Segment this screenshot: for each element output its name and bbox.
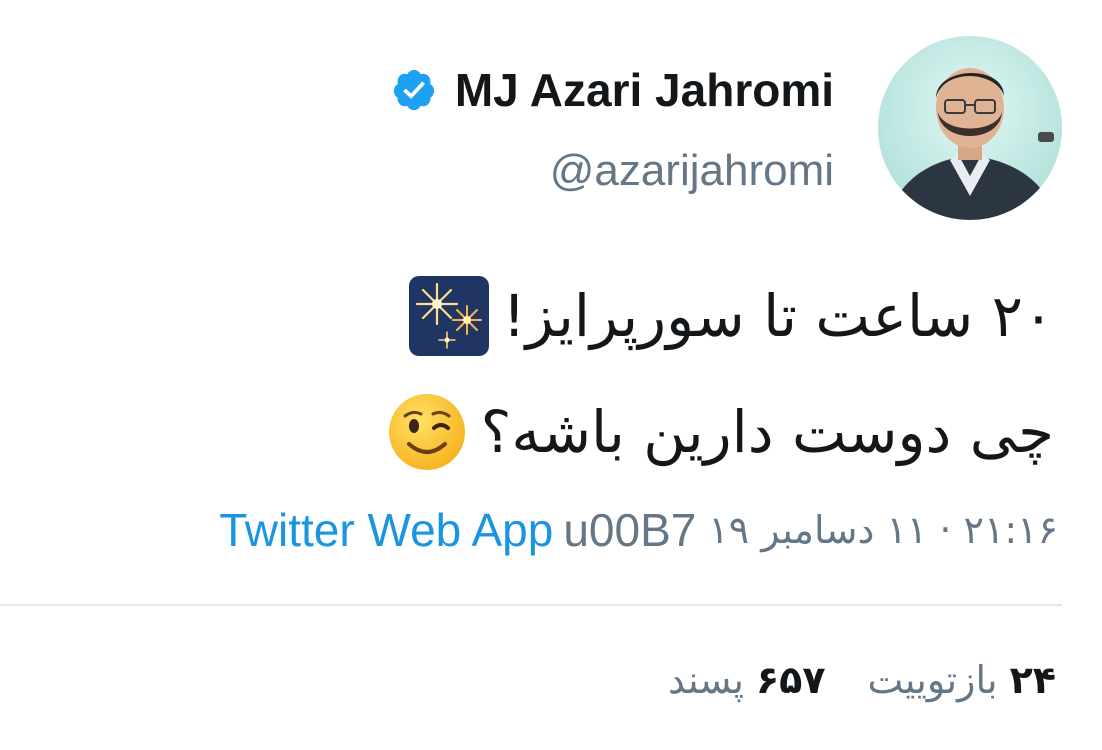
tweet-source-link[interactable]: Twitter Web App bbox=[219, 503, 553, 557]
fireworks-emoji-icon bbox=[407, 274, 491, 358]
meta-separator: u00B7 bbox=[563, 504, 697, 556]
winking-face-emoji-icon bbox=[385, 390, 469, 474]
tweet-text: چی دوست دارین باشه؟ bbox=[480, 398, 1054, 466]
avatar[interactable] bbox=[878, 36, 1062, 220]
profile-photo bbox=[878, 36, 1062, 220]
likes-label: پسند bbox=[668, 658, 744, 702]
tweet-timestamp[interactable]: ۲۱:۱۶ · ۱۱ دسامبر ۱۹ bbox=[708, 508, 1058, 552]
likes-count: ۶۵۷ bbox=[755, 658, 826, 702]
display-name: MJ Azari Jahromi bbox=[454, 64, 834, 116]
tweet-text: ۲۰ ساعت تا سورپرایز! bbox=[502, 282, 1055, 350]
tweet-card: MJ Azari Jahromi @azarijahromi ۲۰ ساعت ت… bbox=[0, 0, 1102, 750]
verified-badge-icon bbox=[391, 67, 437, 113]
user-handle[interactable]: @azarijahromi bbox=[550, 146, 834, 196]
tweet-stats: ۲۴ بازتوییت ۶۵۷ پسند bbox=[668, 650, 1056, 710]
display-name-row[interactable]: MJ Azari Jahromi bbox=[391, 58, 834, 122]
likes-stat[interactable]: ۶۵۷ پسند bbox=[668, 658, 825, 702]
retweets-label: بازتوییت bbox=[867, 658, 998, 702]
tweet-meta: Twitter Web App u00B7 ۲۱:۱۶ · ۱۱ دسامبر … bbox=[219, 498, 1058, 562]
tweet-text-line-2: چی دوست دارین باشه؟ bbox=[385, 386, 1054, 478]
retweets-count: ۲۴ bbox=[1009, 658, 1056, 702]
divider bbox=[0, 604, 1062, 606]
tweet-text-line-1: ۲۰ ساعت تا سورپرایز! bbox=[407, 270, 1055, 362]
retweets-stat[interactable]: ۲۴ بازتوییت bbox=[868, 658, 1056, 702]
